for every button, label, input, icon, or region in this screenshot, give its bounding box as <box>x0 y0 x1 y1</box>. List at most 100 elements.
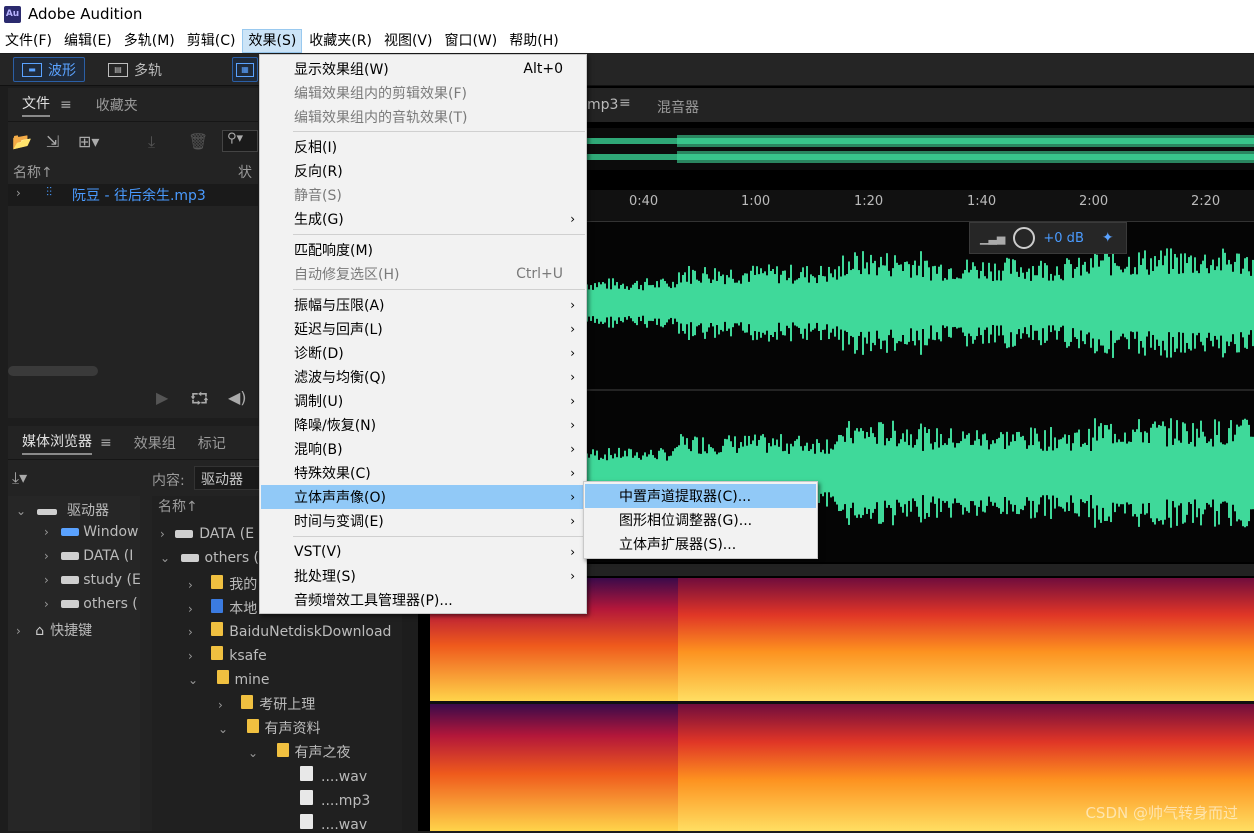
chevron-right-icon[interactable]: › <box>16 186 21 200</box>
open-folder-icon[interactable]: 📂 <box>12 132 32 151</box>
menu-invert[interactable]: 反相(I) <box>261 135 585 159</box>
loop-icon[interactable]: ⮔ <box>190 388 209 415</box>
menu-delay-echo[interactable]: 延迟与回声(L) › <box>261 317 585 341</box>
import-icon[interactable]: ⇲ <box>46 132 59 151</box>
chevron-right-icon[interactable]: › <box>44 597 49 611</box>
tree-row-others[interactable]: ⌄ others ( <box>160 550 259 566</box>
tree-row-local[interactable]: › 本地 <box>188 598 257 618</box>
tree-row-data[interactable]: › DATA (E <box>160 526 254 542</box>
gain-hud[interactable]: ▁▃▅ +0 dB ✦ <box>969 222 1127 254</box>
tree-shortcuts[interactable]: › ⌂ 快捷键 <box>16 620 92 640</box>
tab-markers[interactable]: 标记 <box>198 433 226 453</box>
gain-knob-icon[interactable] <box>1013 227 1036 249</box>
menu-edit-clip-effects[interactable]: 编辑效果组内的剪辑效果(F) <box>261 81 585 105</box>
menu-special[interactable]: 特殊效果(C) › <box>261 461 585 485</box>
file-row[interactable]: › ⫶⫶ 阮豆 - 往后余生.mp3 <box>8 184 258 206</box>
menu-silence[interactable]: 静音(S) <box>261 183 585 207</box>
play-icon[interactable]: ▶ <box>156 388 168 407</box>
search-icon[interactable]: ⚲▾ <box>222 130 258 152</box>
tab-effects-rack[interactable]: 效果组 <box>134 433 176 453</box>
tree-row-audio-materials[interactable]: ⌄ 有声资料 <box>218 718 321 738</box>
tree-row-mine-docs[interactable]: › 我的 <box>188 574 257 594</box>
menu-modulation[interactable]: 调制(U) › <box>261 389 585 413</box>
menu-batch[interactable]: 批处理(S) › <box>261 564 585 588</box>
download-icon[interactable]: ⤓▾ <box>12 468 27 488</box>
horizontal-scrollbar[interactable] <box>8 366 98 376</box>
chevron-right-icon[interactable]: › <box>44 573 49 587</box>
chevron-right-icon[interactable]: › <box>188 625 193 639</box>
spectral-display[interactable] <box>430 578 1254 831</box>
menu-noise-reduction[interactable]: 降噪/恢复(N) › <box>261 413 585 437</box>
tree-file-2[interactable]: ....mp3 <box>300 790 370 809</box>
tree-file-3[interactable]: ....wav <box>300 814 367 833</box>
editor-tab[interactable]: mp3 <box>587 97 618 113</box>
tree-row-ksafe[interactable]: › ksafe <box>188 646 267 664</box>
tree-row-kaoyan[interactable]: › 考研上理 <box>218 694 315 714</box>
menu-stereo-imagery[interactable]: 立体声声像(O) › <box>261 485 585 509</box>
menu-match-loudness[interactable]: 匹配响度(M) <box>261 238 585 262</box>
panel-menu-icon[interactable]: ≡ <box>60 97 72 113</box>
tree-data[interactable]: › DATA (I <box>44 548 133 564</box>
volume-icon[interactable]: ◀) <box>228 388 247 407</box>
spectrum-tool-button[interactable]: ▦ <box>232 57 258 82</box>
menu-center-channel-extractor[interactable]: 中置声道提取器(C)... <box>585 484 816 508</box>
chevron-down-icon[interactable]: ⌄ <box>188 673 198 687</box>
chevron-right-icon[interactable]: › <box>16 624 21 638</box>
menu-reverb[interactable]: 混响(B) › <box>261 437 585 461</box>
tree-row-baidu[interactable]: › BaiduNetdiskDownload <box>188 622 391 640</box>
tab-mixer[interactable]: 混音器 <box>657 97 699 117</box>
chevron-right-icon[interactable]: › <box>188 649 193 663</box>
menu-edit-track-effects[interactable]: 编辑效果组内的音轨效果(T) <box>261 105 585 129</box>
new-file-icon[interactable]: ⊞▾ <box>78 132 99 151</box>
menu-clip[interactable]: 剪辑(C) <box>182 29 241 53</box>
tab-favorites[interactable]: 收藏夹 <box>96 95 138 115</box>
menu-show-effects-rack[interactable]: 显示效果组(W) Alt+0 <box>261 57 585 81</box>
panel-menu-icon[interactable]: ≡ <box>100 435 112 451</box>
menu-window[interactable]: 窗口(W) <box>439 29 502 53</box>
chevron-right-icon[interactable]: › <box>188 578 193 592</box>
tab-media-browser[interactable]: 媒体浏览器 <box>22 431 92 455</box>
chevron-right-icon[interactable]: › <box>218 698 223 712</box>
tree-study[interactable]: › study (E <box>44 572 141 588</box>
menu-filter-eq[interactable]: 滤波与均衡(Q) › <box>261 365 585 389</box>
time-ruler[interactable]: 0:40 1:00 1:20 1:40 2:00 2:20 <box>587 190 1254 222</box>
panel-menu-icon[interactable]: ≡ <box>619 95 631 111</box>
tree-row-mine[interactable]: ⌄ mine <box>188 670 270 688</box>
overview-waveform[interactable] <box>587 128 1254 170</box>
sort-up-icon[interactable]: ↑ <box>186 499 198 515</box>
trash-icon[interactable]: 🗑 <box>188 132 208 151</box>
chevron-right-icon[interactable]: › <box>44 549 49 563</box>
menu-view[interactable]: 视图(V) <box>379 29 438 53</box>
tab-files[interactable]: 文件 <box>22 93 50 117</box>
sort-up-icon[interactable]: ↑ <box>41 165 53 181</box>
menu-favorites[interactable]: 收藏夹(R) <box>304 29 377 53</box>
pin-icon[interactable]: ✦ <box>1102 230 1114 246</box>
menu-vst[interactable]: VST(V) › <box>261 540 585 564</box>
menu-effects[interactable]: 效果(S) <box>242 28 303 53</box>
chevron-down-icon[interactable]: ⌄ <box>160 551 170 565</box>
menu-auto-heal[interactable]: 自动修复选区(H) Ctrl+U <box>261 262 585 286</box>
chevron-down-icon[interactable]: ⌄ <box>248 746 258 760</box>
chevron-down-icon[interactable]: ⌄ <box>16 504 26 518</box>
chevron-right-icon[interactable]: › <box>160 527 165 541</box>
menu-graphic-phase-shifter[interactable]: 图形相位调整器(G)... <box>585 508 816 532</box>
multitrack-view-button[interactable]: ▤ 多轨 <box>100 57 170 82</box>
tree-others[interactable]: › others ( <box>44 596 138 612</box>
chevron-down-icon[interactable]: ⌄ <box>218 722 228 736</box>
menu-edit[interactable]: 编辑(E) <box>59 29 117 53</box>
menu-stereo-expander[interactable]: 立体声扩展器(S)... <box>585 532 816 556</box>
chevron-right-icon[interactable]: › <box>188 602 193 616</box>
tree-file-1[interactable]: ....wav <box>300 766 367 785</box>
menu-reverse[interactable]: 反向(R) <box>261 159 585 183</box>
menu-diagnostics[interactable]: 诊断(D) › <box>261 341 585 365</box>
tree-windows[interactable]: › Window <box>44 524 138 540</box>
menu-help[interactable]: 帮助(H) <box>504 29 563 53</box>
menu-multitrack[interactable]: 多轨(M) <box>119 29 180 53</box>
menu-time-pitch[interactable]: 时间与变调(E) › <box>261 509 585 533</box>
tree-drives[interactable]: ⌄ 驱动器 <box>16 500 109 520</box>
menu-generate[interactable]: 生成(G) › <box>261 207 585 231</box>
insert-icon[interactable]: ⤓ <box>148 132 155 152</box>
tree-row-audio-night[interactable]: ⌄ 有声之夜 <box>248 742 351 762</box>
content-dropdown[interactable]: 驱动器 <box>194 466 264 490</box>
waveform-view-button[interactable]: ▬ 波形 <box>13 57 85 82</box>
